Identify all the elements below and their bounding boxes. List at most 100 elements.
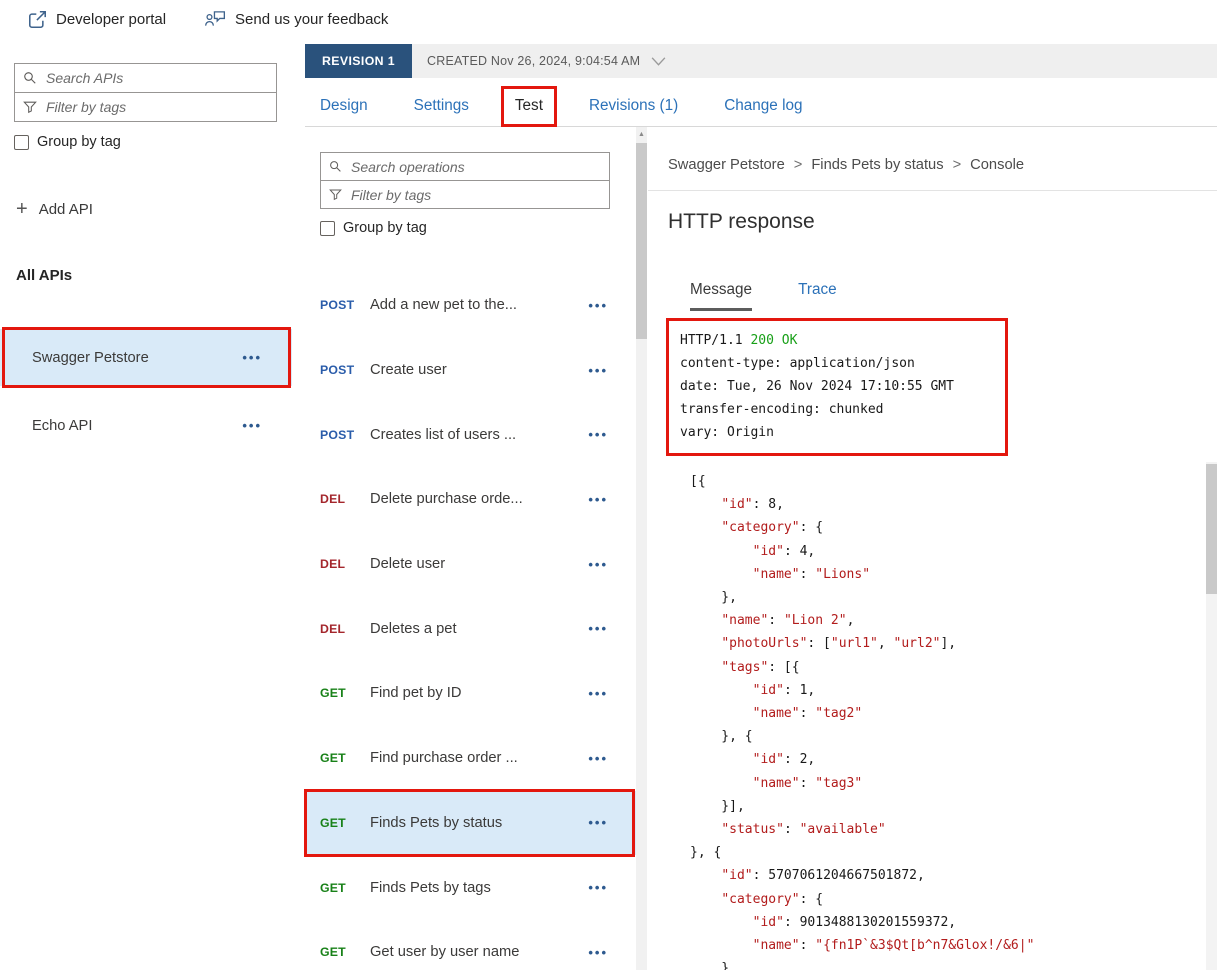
api-menu-button[interactable]: ••• [242, 350, 262, 365]
api-item-swagger-petstore[interactable]: Swagger Petstore ••• [0, 327, 292, 388]
breadcrumb-item-finds-pets-by-status[interactable]: Finds Pets by status [811, 157, 943, 173]
method-badge: GET [320, 751, 346, 766]
operation-row-create-user[interactable]: POST Create user ••• [305, 338, 636, 403]
apim-test-console-page: Developer portal Send us your feedback S… [0, 0, 1217, 970]
operation-row-finds-pets-by-tags[interactable]: GET Finds Pets by tags ••• [305, 855, 636, 920]
tab-test[interactable]: Test [500, 86, 558, 127]
operation-label: Find pet by ID [370, 685, 462, 702]
method-badge: DEL [320, 492, 346, 507]
revision-badge: REVISION 1 [305, 44, 413, 78]
operation-menu-button[interactable]: ••• [588, 751, 608, 766]
code-line: vary: Origin [680, 425, 774, 440]
operation-label: Finds Pets by status [370, 814, 503, 831]
code-line: "id": 4, [752, 543, 816, 559]
tab-revisions-1[interactable]: Revisions (1) [589, 97, 678, 115]
panel-divider [648, 190, 1217, 191]
code-line: [{ [690, 474, 706, 489]
code-line: "photoUrls": ["url1", "url2"], [721, 636, 957, 652]
search-operations-input[interactable] [349, 157, 601, 176]
operation-row-creates-list-of-users[interactable]: POST Creates list of users ... ••• [305, 402, 636, 467]
api-menu-button[interactable]: ••• [242, 418, 262, 433]
filter-operations-input[interactable] [349, 185, 601, 204]
group-by-tag-apis-checkbox[interactable] [14, 134, 29, 150]
operation-row-deletes-a-pet[interactable]: DEL Deletes a pet ••• [305, 596, 636, 661]
tab-settings[interactable]: Settings [414, 97, 469, 115]
plus-icon: + [16, 198, 28, 220]
operation-menu-button[interactable]: ••• [588, 621, 608, 636]
code-line: "id": 1, [752, 682, 816, 698]
code-line: "status": "available" [721, 822, 886, 838]
filter-icon [23, 100, 37, 114]
group-by-tag-apis-label: Group by tag [37, 134, 121, 150]
search-icon [329, 160, 342, 173]
search-operations-box [320, 152, 610, 181]
operation-menu-button[interactable]: ••• [588, 363, 608, 378]
filter-apis-input[interactable] [44, 98, 268, 116]
response-scrollbar[interactable] [1206, 462, 1217, 970]
group-by-tag-apis: Group by tag [14, 134, 121, 150]
code-line: }, [690, 590, 737, 606]
feedback-icon [204, 10, 226, 28]
revision-created-text: CREATED Nov 26, 2024, 9:04:54 AM [427, 54, 641, 68]
operation-menu-button[interactable]: ••• [588, 880, 608, 895]
breadcrumb-separator: > [793, 157, 803, 173]
operation-menu-button[interactable]: ••• [588, 298, 608, 313]
operation-row-get-user-by-user-name[interactable]: GET Get user by user name ••• [305, 920, 636, 970]
feedback-label: Send us your feedback [235, 10, 389, 28]
operation-row-delete-user[interactable]: DEL Delete user ••• [305, 532, 636, 597]
api-name: Echo API [32, 417, 93, 434]
filter-operations-box [320, 180, 610, 209]
operation-menu-button[interactable]: ••• [588, 815, 608, 830]
operations-scrollbar[interactable]: ▲ [636, 127, 647, 970]
search-apis-box [14, 63, 277, 93]
method-badge: GET [320, 945, 346, 960]
operation-menu-button[interactable]: ••• [588, 945, 608, 960]
console-tab-trace[interactable]: Trace [798, 281, 837, 311]
operation-label: Find purchase order ... [370, 750, 518, 767]
code-line: }, [690, 961, 737, 970]
tab-change-log[interactable]: Change log [724, 97, 802, 115]
developer-portal-label: Developer portal [56, 11, 167, 28]
operation-row-add-a-new-pet-to-the[interactable]: POST Add a new pet to the... ••• [305, 273, 636, 338]
operation-menu-button[interactable]: ••• [588, 427, 608, 442]
operation-row-find-purchase-order[interactable]: GET Find purchase order ... ••• [305, 726, 636, 791]
operation-menu-button[interactable]: ••• [588, 492, 608, 507]
search-icon [23, 71, 37, 85]
breadcrumb-item-swagger-petstore[interactable]: Swagger Petstore [668, 157, 785, 173]
response-headers-block: HTTP/1.1 200 OK content-type: application… [666, 318, 1008, 456]
scroll-up-icon[interactable]: ▲ [636, 127, 647, 141]
add-api-button[interactable]: + Add API [16, 199, 93, 219]
group-by-tag-operations-checkbox[interactable] [320, 220, 335, 236]
code-line: "name": "tag2" [752, 706, 863, 722]
code-line: "id": 5707061204667501872, [721, 868, 925, 884]
code-line: "name": "Lions" [752, 566, 871, 582]
breadcrumb-item-console[interactable]: Console [970, 157, 1024, 173]
operation-label: Delete user [370, 556, 446, 573]
operation-row-find-pet-by-id[interactable]: GET Find pet by ID ••• [305, 661, 636, 726]
operation-row-finds-pets-by-status[interactable]: GET Finds Pets by status ••• [304, 788, 636, 857]
operation-menu-button[interactable]: ••• [588, 557, 608, 572]
scrollbar-thumb[interactable] [1206, 464, 1217, 594]
scrollbar-thumb[interactable] [636, 143, 647, 339]
feedback-link[interactable]: Send us your feedback [204, 10, 388, 28]
console-tab-message[interactable]: Message [690, 281, 753, 311]
operation-row-delete-purchase-orde[interactable]: DEL Delete purchase orde... ••• [305, 467, 636, 532]
code-line: }], [690, 798, 745, 814]
http-response-title: HTTP response [668, 210, 815, 233]
operation-label: Delete purchase orde... [370, 491, 523, 508]
group-by-tag-operations: Group by tag [320, 220, 427, 236]
code-line: "id": 8, [721, 497, 784, 513]
breadcrumb: Swagger Petstore > Finds Pets by status > Co… [668, 157, 1024, 173]
search-apis-input[interactable] [44, 69, 268, 87]
method-badge: POST [320, 427, 355, 442]
developer-portal-link[interactable]: Developer portal [28, 10, 166, 29]
code-line: "category": { [721, 891, 824, 907]
filter-icon [329, 188, 342, 201]
revision-bar: REVISION 1 CREATED Nov 26, 2024, 9:04:54… [305, 44, 1217, 78]
tab-design[interactable]: Design [320, 97, 368, 115]
api-item-echo-api[interactable]: Echo API ••• [0, 397, 292, 454]
chevron-down-icon[interactable] [650, 53, 667, 70]
group-by-tag-operations-label: Group by tag [343, 220, 427, 236]
operation-menu-button[interactable]: ••• [588, 686, 608, 701]
filter-apis-box [14, 92, 277, 122]
